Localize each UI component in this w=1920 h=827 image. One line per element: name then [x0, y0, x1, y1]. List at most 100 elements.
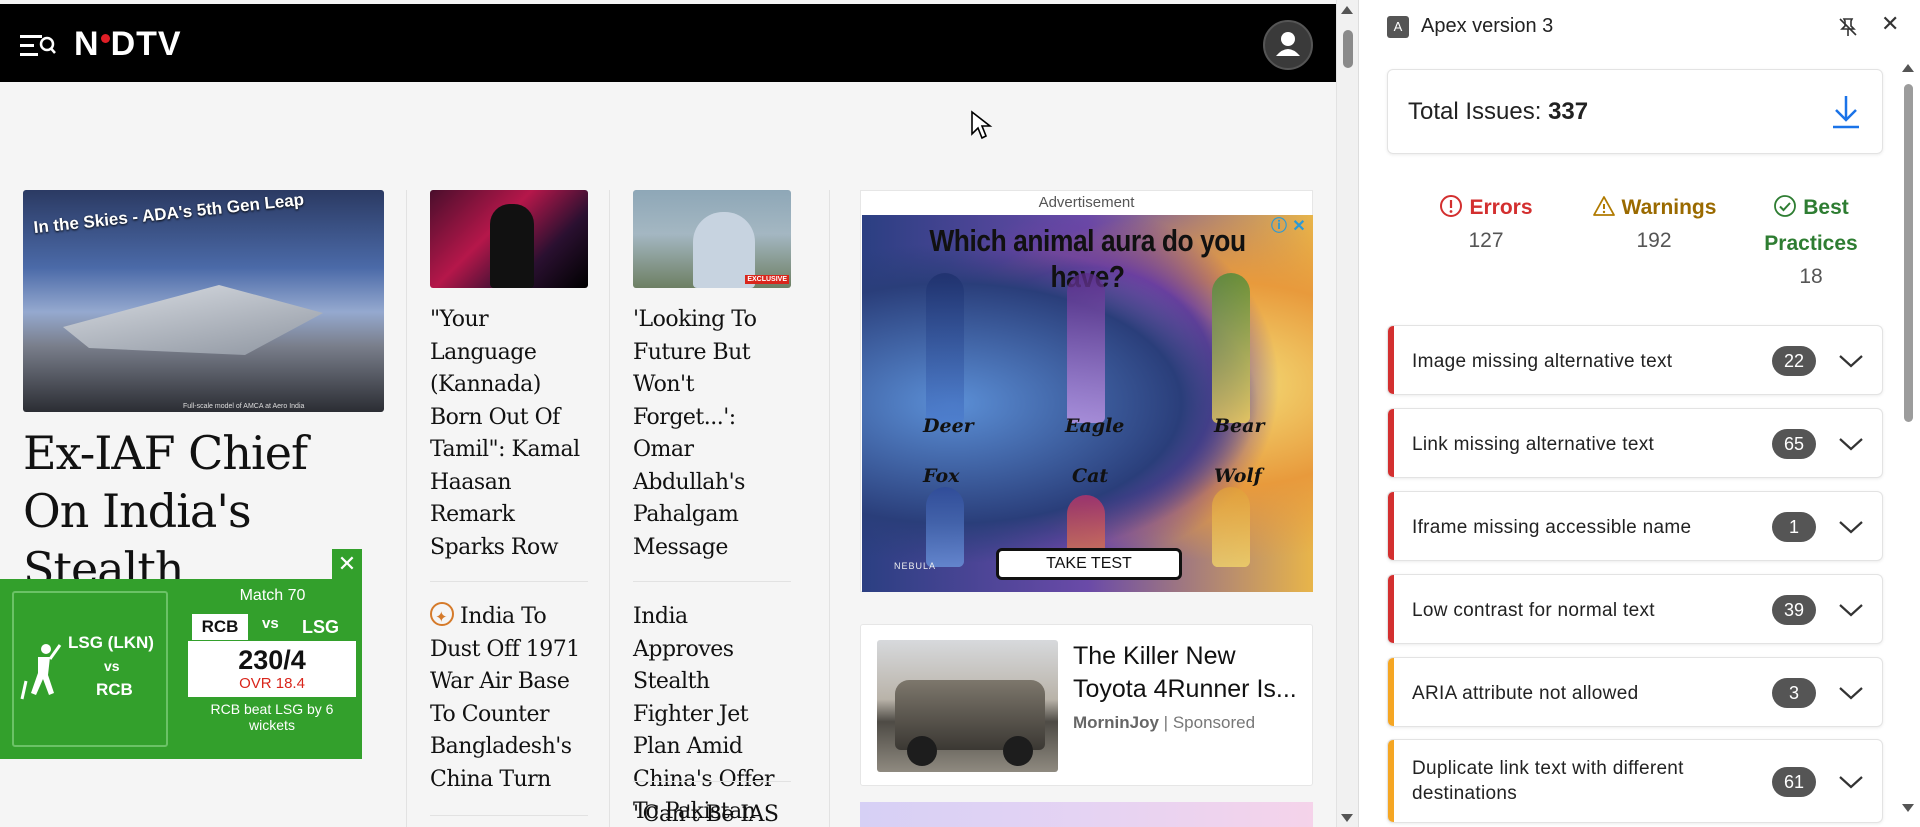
- severity-stripe: [1388, 409, 1394, 477]
- cricket-bat-icon: [20, 644, 62, 700]
- ndtv-page: N DTV In the Skies - ADA's 5th Gen Leap F…: [0, 0, 1336, 827]
- issue-count-badge: 1: [1772, 512, 1816, 542]
- warnings-stat[interactable]: Warnings 192: [1565, 190, 1743, 256]
- close-icon[interactable]: ✕: [332, 549, 362, 579]
- story-divider: [633, 781, 791, 782]
- close-icon[interactable]: ✕: [1881, 14, 1899, 36]
- chevron-down-icon[interactable]: [1838, 774, 1864, 790]
- download-icon[interactable]: [1828, 92, 1864, 132]
- sponsor-name: MorninJoy: [1073, 713, 1159, 732]
- bowling-team-label: LSG: [302, 617, 340, 637]
- issue-count-badge: 61: [1772, 767, 1816, 797]
- aura-figure: [926, 487, 964, 567]
- ad-label: Advertisement: [1038, 194, 1135, 211]
- story-headline[interactable]: 'Looking To Future But Won't Forget...':…: [633, 304, 793, 564]
- ad-close-icon[interactable]: ✕: [1291, 219, 1307, 235]
- issue-row[interactable]: Image missing alternative text 22: [1387, 325, 1883, 395]
- sponsored-card[interactable]: The Killer New Toyota 4Runner Is... Morn…: [860, 624, 1313, 786]
- aura-label: Eagle: [1065, 415, 1125, 437]
- overs: OVR 18.4: [239, 675, 305, 692]
- story-image[interactable]: EXCLUSIVE: [633, 190, 791, 288]
- issue-row[interactable]: Iframe missing accessible name 1: [1387, 491, 1883, 561]
- issue-label: Duplicate link text with different desti…: [1412, 758, 1684, 804]
- site-header: N DTV: [0, 4, 1336, 82]
- account-icon[interactable]: [1263, 20, 1313, 70]
- column-divider: [406, 190, 407, 827]
- story-headline[interactable]: "Your Language (Kannada) Born Out Of Tam…: [430, 304, 590, 564]
- check-circle-icon: [1774, 195, 1797, 217]
- ndtv-logo[interactable]: N DTV: [74, 26, 182, 62]
- ad-creative[interactable]: Which animal aura do you have? ⓘ ✕ Deer …: [862, 215, 1313, 592]
- scrollbar-thumb[interactable]: [1343, 30, 1353, 68]
- errors-label: Errors: [1469, 196, 1533, 219]
- chevron-down-icon[interactable]: [1838, 602, 1864, 618]
- story-headline[interactable]: India Approves Stealth Fighter Jet Plan …: [633, 601, 793, 827]
- jet-shape: [63, 285, 323, 355]
- scroll-up-arrow-icon[interactable]: [1902, 64, 1914, 72]
- issue-row[interactable]: Link missing alternative text 65: [1387, 408, 1883, 478]
- team-b-name: RCB: [96, 680, 133, 699]
- adchoices-icon[interactable]: ⓘ: [1271, 219, 1287, 235]
- chevron-down-icon[interactable]: [1838, 519, 1864, 535]
- advertisement[interactable]: Advertisement Which animal aura do you h…: [860, 190, 1313, 592]
- total-issues-label: Total Issues:: [1408, 98, 1549, 125]
- scroll-down-arrow-icon[interactable]: [1902, 804, 1914, 812]
- errors-stat[interactable]: Errors 127: [1411, 190, 1561, 256]
- panel-header: A Apex version 3 ✕: [1359, 0, 1920, 54]
- issue-count-badge: 39: [1772, 595, 1816, 625]
- panel-scrollbar[interactable]: [1896, 58, 1920, 827]
- unpin-icon[interactable]: [1837, 16, 1859, 38]
- issue-row[interactable]: Low contrast for normal text 39: [1387, 574, 1883, 644]
- take-test-button[interactable]: TAKE TEST: [996, 548, 1182, 580]
- advertisement-partial[interactable]: [860, 802, 1313, 827]
- issue-label: Link missing alternative text: [1412, 433, 1655, 455]
- ad-brand: NEBULA: [894, 561, 937, 571]
- hero-image-caption: Full-scale model of AMCA at Aero India: [183, 403, 305, 410]
- team-a-name: LSG (LKN): [68, 633, 154, 652]
- aura-figure: [926, 273, 964, 423]
- hero-image[interactable]: In the Skies - ADA's 5th Gen Leap Full-s…: [23, 190, 384, 412]
- warnings-heading: Warnings: [1565, 190, 1743, 226]
- warnings-label: Warnings: [1621, 196, 1717, 219]
- issue-row[interactable]: Duplicate link text with different desti…: [1387, 739, 1883, 823]
- sponsored-title[interactable]: The Killer New Toyota 4Runner Is...: [1073, 640, 1309, 706]
- warnings-count: 192: [1636, 229, 1672, 252]
- cricket-score-widget[interactable]: ✕ LSG (LKN) vs RCB Match 70 RCB vs LSG 2…: [0, 549, 362, 759]
- issue-label: Low contrast for normal text: [1412, 599, 1655, 621]
- chevron-down-icon[interactable]: [1838, 353, 1864, 369]
- story-divider: [633, 581, 791, 582]
- best-practices-heading: Best: [1733, 190, 1889, 226]
- best-practices-count: 18: [1799, 265, 1823, 288]
- story-image[interactable]: [430, 190, 588, 288]
- story-divider: [430, 581, 588, 582]
- scroll-up-arrow-icon[interactable]: [1341, 6, 1353, 14]
- issue-count-badge: 65: [1772, 429, 1816, 459]
- issue-count-badge: 22: [1772, 346, 1816, 376]
- column-divider: [829, 190, 830, 827]
- scrollbar-thumb[interactable]: [1904, 84, 1913, 422]
- issue-label: ARIA attribute not allowed: [1412, 682, 1639, 704]
- story-headline[interactable]: "Can't Be IAS: [633, 799, 793, 827]
- aura-figure: [1212, 487, 1250, 567]
- match-result: RCB beat LSG by 6 wickets: [210, 701, 334, 733]
- scroll-down-arrow-icon[interactable]: [1341, 814, 1353, 822]
- aura-label: Bear: [1214, 415, 1265, 437]
- score-box: 230/4 OVR 18.4: [188, 641, 356, 697]
- severity-stripe: [1388, 326, 1394, 394]
- severity-stripe: [1388, 658, 1394, 726]
- menu-search-icon[interactable]: [20, 32, 56, 60]
- chevron-down-icon[interactable]: [1838, 685, 1864, 701]
- page-scrollbar[interactable]: [1336, 0, 1358, 827]
- story-headline[interactable]: India To Dust Off 1971 War Air Base To C…: [430, 601, 590, 796]
- sponsored-image[interactable]: [877, 640, 1058, 772]
- column-divider: [609, 190, 610, 827]
- issue-row[interactable]: ARIA attribute not allowed 3: [1387, 657, 1883, 727]
- aura-label: Fox: [923, 465, 960, 487]
- chevron-down-icon[interactable]: [1838, 436, 1864, 452]
- hero-image-banner: In the Skies - ADA's 5th Gen Leap: [32, 190, 305, 238]
- best-practices-label-1: Best: [1803, 196, 1849, 219]
- apex-side-panel: A Apex version 3 ✕ Total Issues: 337 Err…: [1358, 0, 1920, 827]
- star-icon: [430, 601, 454, 634]
- severity-stripe: [1388, 575, 1394, 643]
- best-practices-stat[interactable]: Best Practices 18: [1733, 190, 1889, 292]
